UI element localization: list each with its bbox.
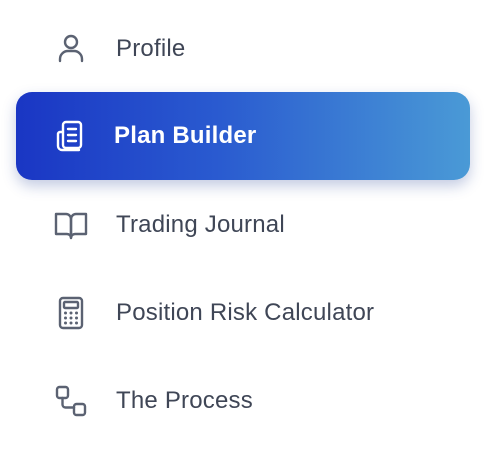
sidebar-item-position-risk-calculator[interactable]: Position Risk Calculator xyxy=(16,269,470,357)
sidebar-item-label: Trading Journal xyxy=(116,211,285,238)
sidebar-item-trading-journal[interactable]: Trading Journal xyxy=(16,181,470,269)
sidebar-item-label: The Process xyxy=(116,387,253,414)
book-open-icon xyxy=(52,206,90,244)
sidebar-item-label: Plan Builder xyxy=(114,122,257,149)
sidebar-nav: Profile Plan Builder Trading Journal Pos… xyxy=(0,0,484,458)
calculator-icon xyxy=(52,294,90,332)
sidebar-item-label: Profile xyxy=(116,35,186,62)
sidebar-item-plan-builder[interactable]: Plan Builder xyxy=(16,92,470,180)
clipboard-icon xyxy=(52,117,90,155)
user-icon xyxy=(52,30,90,68)
sidebar-item-the-process[interactable]: The Process xyxy=(16,357,470,445)
process-icon xyxy=(52,382,90,420)
sidebar-item-label: Position Risk Calculator xyxy=(116,299,375,326)
sidebar-item-profile[interactable]: Profile xyxy=(16,5,470,93)
